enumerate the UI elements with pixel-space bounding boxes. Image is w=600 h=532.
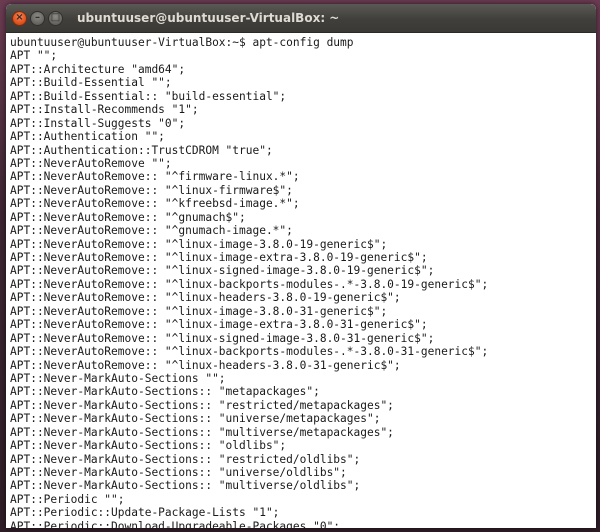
- terminal-output-line: APT::NeverAutoRemove:: "^linux-image-ext…: [10, 318, 428, 332]
- terminal-output-line: APT::Never-MarkAuto-Sections "";: [10, 371, 226, 385]
- terminal-output-line: APT::Install-Recommends "1";: [10, 103, 199, 117]
- terminal-output-line: APT::Never-MarkAuto-Sections:: "oldlibs"…: [10, 439, 287, 453]
- terminal-output-line: APT::Periodic::Download-Upgradeable-Pack…: [10, 519, 341, 528]
- terminal-output-line: APT::NeverAutoRemove:: "^linux-firmware$…: [10, 183, 293, 197]
- terminal-output-line: APT::Never-MarkAuto-Sections:: "universe…: [10, 466, 347, 479]
- minimize-window-button[interactable]: –: [30, 10, 45, 26]
- terminal-output-line: APT::Build-Essential "";: [10, 76, 172, 90]
- terminal-output-line: APT::NeverAutoRemove:: "^linux-image-3.8…: [10, 237, 388, 251]
- terminal-output-line: APT::NeverAutoRemove:: "^gnumach$";: [10, 210, 246, 224]
- terminal-output-line: APT::Periodic "";: [10, 492, 125, 506]
- terminal-output-line: APT::Architecture "amd64";: [10, 62, 186, 76]
- terminal-output-line: APT::Install-Suggests "0";: [10, 116, 186, 130]
- title-bar[interactable]: × – □ ubuntuuser@ubuntuuser-VirtualBox: …: [6, 4, 596, 33]
- terminal-output-line: APT::NeverAutoRemove:: "^linux-headers-3…: [10, 358, 401, 372]
- terminal-output-line: APT "";: [10, 49, 58, 63]
- terminal-output-line: APT::Build-Essential:: "build-essential"…: [10, 89, 287, 103]
- terminal-output-line: APT::NeverAutoRemove:: "^gnumach-image.*…: [10, 224, 293, 238]
- window-controls: × – □: [12, 10, 63, 26]
- terminal-output-line: APT::NeverAutoRemove:: "^linux-backports…: [10, 345, 489, 359]
- terminal-window[interactable]: × – □ ubuntuuser@ubuntuuser-VirtualBox: …: [6, 4, 596, 528]
- terminal-output-line: APT::NeverAutoRemove:: "^linux-headers-3…: [10, 291, 401, 305]
- terminal-output-line: APT::Never-MarkAuto-Sections:: "multiver…: [10, 425, 394, 439]
- maximize-window-button[interactable]: □: [48, 10, 63, 26]
- terminal-output-line: APT::NeverAutoRemove:: "^linux-image-3.8…: [10, 304, 388, 318]
- terminal-prompt-line: ubuntuuser@ubuntuuser-VirtualBox:~$ apt-…: [10, 36, 354, 49]
- window-title: ubuntuuser@ubuntuuser-VirtualBox: ~: [77, 11, 340, 25]
- terminal-output-line: APT::Never-MarkAuto-Sections:: "universe…: [10, 412, 381, 426]
- terminal-output-line: APT::Never-MarkAuto-Sections:: "multiver…: [10, 479, 361, 493]
- terminal-output-line: APT::NeverAutoRemove:: "^firmware-linux.…: [10, 170, 300, 184]
- terminal-output-line: APT::Periodic::Update-Package-Lists "1";: [10, 506, 280, 520]
- desktop-background: × – □ ubuntuuser@ubuntuuser-VirtualBox: …: [0, 0, 600, 532]
- terminal-output-line: APT::NeverAutoRemove:: "^linux-backports…: [10, 277, 489, 291]
- terminal-output-line: APT::NeverAutoRemove:: "^kfreebsd-image.…: [10, 197, 300, 211]
- terminal-output-line: APT::NeverAutoRemove:: "^linux-signed-im…: [10, 331, 435, 345]
- close-window-button[interactable]: ×: [12, 10, 27, 26]
- terminal-output[interactable]: ubuntuuser@ubuntuuser-VirtualBox:~$ apt-…: [6, 33, 596, 528]
- terminal-output-line: APT::NeverAutoRemove "";: [10, 156, 172, 170]
- terminal-output-line: APT::Authentication "";: [10, 130, 165, 144]
- terminal-output-line: APT::Never-MarkAuto-Sections:: "restrict…: [10, 452, 361, 466]
- terminal-output-line: APT::NeverAutoRemove:: "^linux-signed-im…: [10, 264, 435, 278]
- terminal-output-line: APT::NeverAutoRemove:: "^linux-image-ext…: [10, 251, 428, 264]
- terminal-output-line: APT::Never-MarkAuto-Sections:: "restrict…: [10, 398, 394, 412]
- terminal-output-line: APT::Never-MarkAuto-Sections:: "metapack…: [10, 385, 320, 399]
- terminal-output-line: APT::Authentication::TrustCDROM "true";: [10, 143, 273, 157]
